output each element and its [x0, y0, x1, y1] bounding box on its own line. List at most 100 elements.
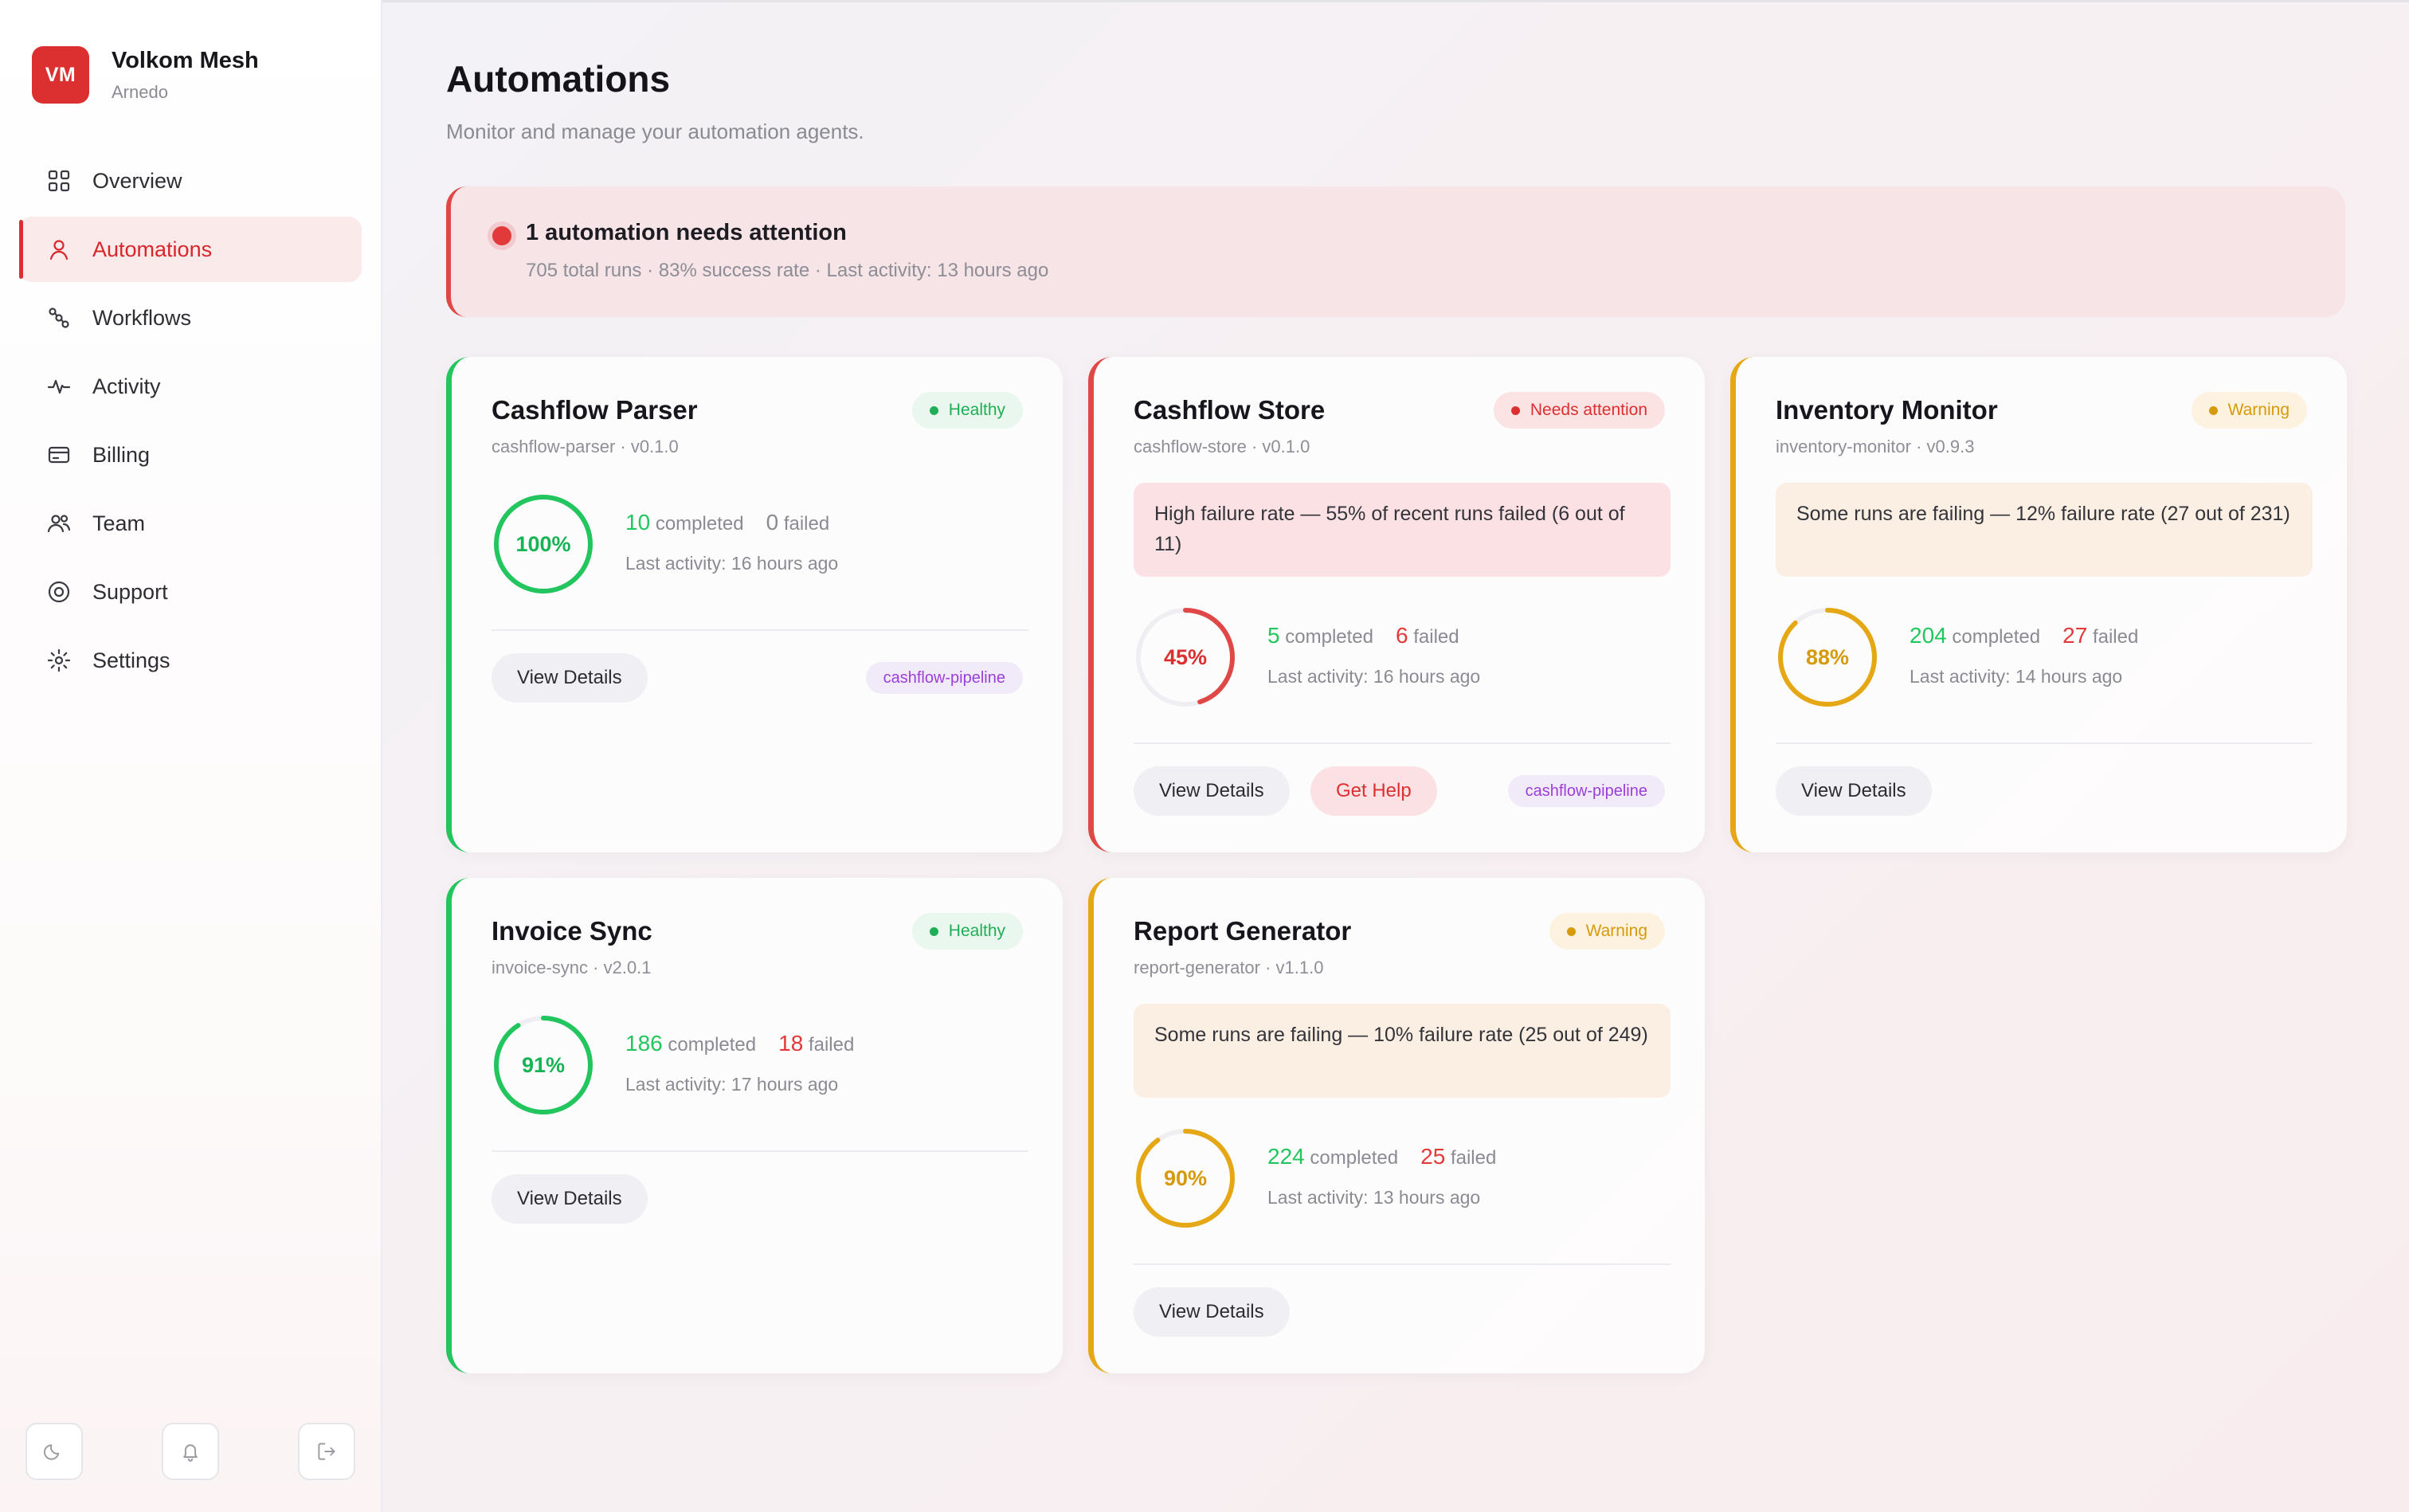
brand-subtitle: Arnedo	[112, 81, 168, 102]
card-slug: cashflow-store · v0.1.0	[1134, 437, 1310, 456]
sidebar-item-workflows[interactable]: Workflows	[19, 285, 362, 351]
completed-label: completed	[1285, 626, 1373, 648]
automation-card[interactable]: Inventory Monitor inventory-monitor · v0.…	[1730, 357, 2347, 852]
gear-icon	[46, 648, 72, 673]
card-slug: cashflow-parser · v0.1.0	[492, 437, 679, 456]
automation-card[interactable]: Report Generator report-generator · v1.1.…	[1088, 878, 1705, 1373]
ring-percent: 88%	[1805, 644, 1850, 669]
card-slug: report-generator · v1.1.0	[1134, 958, 1324, 977]
card-divider	[1134, 742, 1671, 744]
failed-label: failed	[1413, 626, 1459, 648]
completed-count: 186	[625, 1031, 663, 1056]
last-activity: Last activity: 17 hours ago	[625, 1074, 839, 1095]
view-details-button[interactable]: View Details	[492, 653, 648, 703]
card-divider	[492, 1150, 1028, 1152]
status-badge: Healthy	[911, 392, 1023, 429]
sidebar-actions	[25, 1423, 355, 1480]
sidebar-item-activity[interactable]: Activity	[19, 354, 362, 419]
sidebar-item-label: Team	[92, 511, 146, 535]
status-badge: Warning	[1549, 913, 1665, 950]
run-stats: 186 completed 18 failed	[625, 1031, 854, 1056]
failed-count: 27	[2062, 623, 2088, 648]
view-details-button[interactable]: View Details	[492, 1174, 648, 1224]
completed-count: 10	[625, 510, 651, 535]
card-slug: invoice-sync · v2.0.1	[492, 958, 652, 977]
status-badge: Healthy	[911, 913, 1023, 950]
sidebar-nav: Overview Automations Workflows Activity Bill…	[19, 148, 362, 696]
sidebar-item-label: Overview	[92, 168, 182, 193]
pipeline-tag[interactable]: cashflow-pipeline	[865, 662, 1023, 694]
failed-count: 18	[778, 1031, 804, 1056]
success-rate-ring: 100%	[492, 492, 595, 596]
pipeline-tag[interactable]: cashflow-pipeline	[1507, 775, 1665, 807]
card-slug: inventory-monitor · v0.9.3	[1776, 437, 1975, 456]
grid-icon	[46, 168, 72, 194]
warning-message: Some runs are failing — 12% failure rate…	[1776, 483, 2313, 577]
lifebuoy-icon	[46, 579, 72, 605]
card-divider	[1776, 742, 2313, 744]
logout-button[interactable]	[298, 1423, 355, 1480]
sidebar-item-support[interactable]: Support	[19, 559, 362, 625]
ring-percent: 100%	[515, 531, 571, 556]
card-title: Invoice Sync	[492, 916, 652, 946]
warning-message: High failure rate — 55% of recent runs f…	[1134, 483, 1671, 577]
sidebar-item-label: Workflows	[92, 305, 192, 330]
workflow-icon	[46, 305, 72, 331]
failed-count: 0	[766, 510, 779, 535]
card-title: Inventory Monitor	[1776, 395, 1998, 425]
notifications-button[interactable]	[162, 1423, 219, 1480]
status-badge: Warning	[2191, 392, 2307, 429]
ring-percent: 90%	[1163, 1165, 1208, 1190]
alert-title: 1 automation needs attention	[526, 220, 847, 245]
completed-count: 5	[1267, 623, 1280, 648]
card-title: Report Generator	[1134, 916, 1352, 946]
brand-text: Volkom Mesh Arnedo	[112, 48, 259, 103]
card-title: Cashflow Parser	[492, 395, 698, 425]
view-details-button[interactable]: View Details	[1134, 766, 1290, 816]
sidebar-item-billing[interactable]: Billing	[19, 422, 362, 488]
automation-card[interactable]: Cashflow Parser cashflow-parser · v0.1.0 H…	[446, 357, 1063, 852]
theme-toggle-button[interactable]	[25, 1423, 83, 1480]
failed-label: failed	[2092, 626, 2139, 648]
run-stats: 224 completed 25 failed	[1267, 1144, 1496, 1169]
brand[interactable]: VM Volkom Mesh Arnedo	[32, 46, 259, 104]
completed-label: completed	[1952, 626, 2041, 648]
automation-card[interactable]: Invoice Sync invoice-sync · v2.0.1 Healthy…	[446, 878, 1063, 1373]
success-rate-ring: 45%	[1134, 605, 1237, 709]
page-subtitle: Monitor and manage your automation agent…	[446, 119, 864, 143]
moon-icon	[43, 1440, 65, 1463]
sidebar-item-label: Settings	[92, 648, 170, 672]
sidebar-item-automations[interactable]: Automations	[19, 217, 362, 282]
bell-icon	[179, 1440, 202, 1463]
card-divider	[1134, 1263, 1671, 1265]
view-details-button[interactable]: View Details	[1134, 1287, 1290, 1337]
sidebar: VM Volkom Mesh Arnedo Overview Automation…	[0, 0, 382, 1512]
warning-message: Some runs are failing — 10% failure rate…	[1134, 1004, 1671, 1098]
user-icon	[46, 237, 72, 262]
brand-logo: VM	[32, 46, 89, 104]
pulse-icon	[46, 374, 72, 399]
view-details-button[interactable]: View Details	[1776, 766, 1932, 816]
sidebar-item-label: Billing	[92, 442, 151, 467]
sidebar-item-label: Support	[92, 579, 168, 604]
completed-count: 204	[1910, 623, 1947, 648]
failed-label: failed	[808, 1034, 855, 1056]
brand-name: Volkom Mesh	[112, 47, 259, 73]
last-activity: Last activity: 16 hours ago	[625, 553, 839, 574]
attention-alert: 1 automation needs attention 705 total r…	[446, 186, 2345, 317]
ring-percent: 91%	[521, 1052, 566, 1077]
completed-label: completed	[655, 513, 744, 535]
success-rate-ring: 91%	[492, 1013, 595, 1117]
run-stats: 10 completed 0 failed	[625, 510, 829, 535]
failed-count: 25	[1420, 1144, 1446, 1169]
sidebar-item-overview[interactable]: Overview	[19, 148, 362, 213]
automation-card[interactable]: Cashflow Store cashflow-store · v0.1.0 Nee…	[1088, 357, 1705, 852]
run-stats: 204 completed 27 failed	[1910, 623, 2138, 648]
status-badge: Needs attention	[1493, 392, 1665, 429]
failed-label: failed	[783, 513, 830, 535]
get-help-button[interactable]: Get Help	[1310, 766, 1437, 816]
alert-dot-icon	[492, 226, 511, 245]
sidebar-item-label: Activity	[92, 374, 161, 398]
sidebar-item-team[interactable]: Team	[19, 491, 362, 556]
sidebar-item-settings[interactable]: Settings	[19, 628, 362, 693]
